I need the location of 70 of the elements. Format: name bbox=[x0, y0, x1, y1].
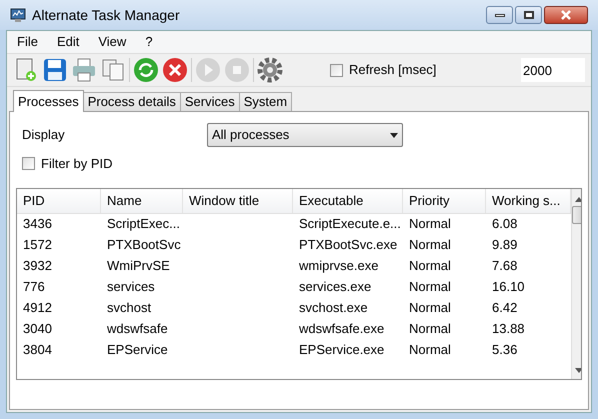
window-title: Alternate Task Manager bbox=[32, 6, 180, 25]
table-cell-text: 4912 bbox=[23, 299, 52, 318]
table-cell-text: 3040 bbox=[23, 320, 52, 338]
table-cell-text: 9.89 bbox=[492, 236, 518, 254]
table-cell-text: svchost bbox=[107, 299, 152, 318]
monitor-icon bbox=[10, 7, 26, 23]
refresh-interval-field[interactable]: 2000 bbox=[521, 58, 585, 82]
table-cell-text: 6.08 bbox=[492, 215, 518, 234]
table-cell-text: Normal bbox=[409, 257, 451, 276]
table-cell-text: 7.68 bbox=[492, 257, 518, 276]
scroll-up-icon[interactable] bbox=[575, 196, 581, 202]
gear-icon[interactable] bbox=[257, 57, 283, 83]
tab[interactable]: Services bbox=[180, 92, 240, 111]
maximize-button[interactable] bbox=[515, 6, 542, 24]
table-cell-text: Normal bbox=[409, 215, 451, 234]
filter-label: Filter by PID bbox=[41, 155, 113, 173]
scroll-down-icon[interactable] bbox=[575, 368, 581, 372]
caret-icon bbox=[390, 132, 398, 138]
menu-item[interactable]: ? bbox=[136, 32, 162, 52]
table-cell-text: 3436 bbox=[23, 215, 52, 234]
minimize-button[interactable] bbox=[486, 6, 513, 24]
close-button[interactable] bbox=[544, 6, 588, 24]
table-cell-text: Normal bbox=[409, 236, 451, 254]
table-cell-text: PTXBootSvc.exe bbox=[299, 236, 398, 254]
table-cell-text: 3932 bbox=[23, 257, 52, 276]
column-header[interactable]: Priority bbox=[403, 188, 486, 212]
table-cell-text: PTXBootSvc bbox=[107, 236, 181, 254]
column-header[interactable]: Window title bbox=[183, 188, 293, 212]
menu-item[interactable]: File bbox=[8, 32, 47, 52]
table-cell-text: 776 bbox=[23, 278, 45, 296]
copy-icon[interactable] bbox=[100, 57, 126, 83]
menu-item[interactable]: Edit bbox=[48, 32, 88, 52]
table-cell-text: wdswfsafe.exe bbox=[299, 320, 384, 338]
table-cell-text: 1572 bbox=[23, 236, 52, 254]
table-cell-text: Normal bbox=[409, 341, 451, 360]
table-cell-text: svchost.exe bbox=[299, 299, 368, 318]
tab[interactable]: System bbox=[238, 92, 292, 111]
refresh-label: Refresh [msec] bbox=[349, 61, 436, 80]
table-cell-text: wdswfsafe bbox=[107, 320, 168, 338]
column-header[interactable]: Name bbox=[101, 188, 183, 212]
table-cell-text: Normal bbox=[409, 278, 451, 296]
table-cell-text: EPService bbox=[107, 341, 168, 360]
close-icon[interactable] bbox=[162, 57, 188, 83]
table-cell-text: ScriptExec... bbox=[107, 215, 180, 234]
table-cell-text: services.exe bbox=[299, 278, 372, 296]
column-header[interactable]: PID bbox=[17, 188, 101, 212]
table-cell-text: EPService.exe bbox=[299, 341, 384, 360]
table-cell-text: 5.36 bbox=[492, 341, 518, 360]
display-dropdown[interactable]: All processes bbox=[207, 123, 403, 147]
save-icon[interactable] bbox=[42, 57, 68, 83]
table-cell-text: Normal bbox=[409, 320, 451, 338]
table-cell-text: ScriptExecute.e... bbox=[299, 215, 401, 234]
refresh-checkbox[interactable] bbox=[330, 64, 343, 76]
print-icon[interactable] bbox=[71, 57, 97, 83]
menu-item[interactable]: View bbox=[89, 32, 136, 52]
filter-checkbox[interactable] bbox=[22, 157, 35, 170]
tab[interactable]: Process details bbox=[82, 92, 181, 111]
table-cell-text: 13.88 bbox=[492, 320, 525, 338]
table-cell-text: services bbox=[107, 278, 155, 296]
table-cell-text: wmiprvse.exe bbox=[299, 257, 378, 276]
table-cell-text: WmiPrvSE bbox=[107, 257, 170, 276]
close-icon bbox=[560, 10, 572, 20]
refresh-icon[interactable] bbox=[133, 57, 159, 83]
table-cell-text: 6.42 bbox=[492, 299, 518, 318]
column-header[interactable]: Executable bbox=[293, 188, 403, 212]
display-label: Display bbox=[22, 126, 66, 144]
table-cell-text: Normal bbox=[409, 299, 451, 318]
table-cell-text: 16.10 bbox=[492, 278, 525, 296]
table-cell-text: 3804 bbox=[23, 341, 52, 360]
tab[interactable]: Processes bbox=[13, 90, 84, 112]
